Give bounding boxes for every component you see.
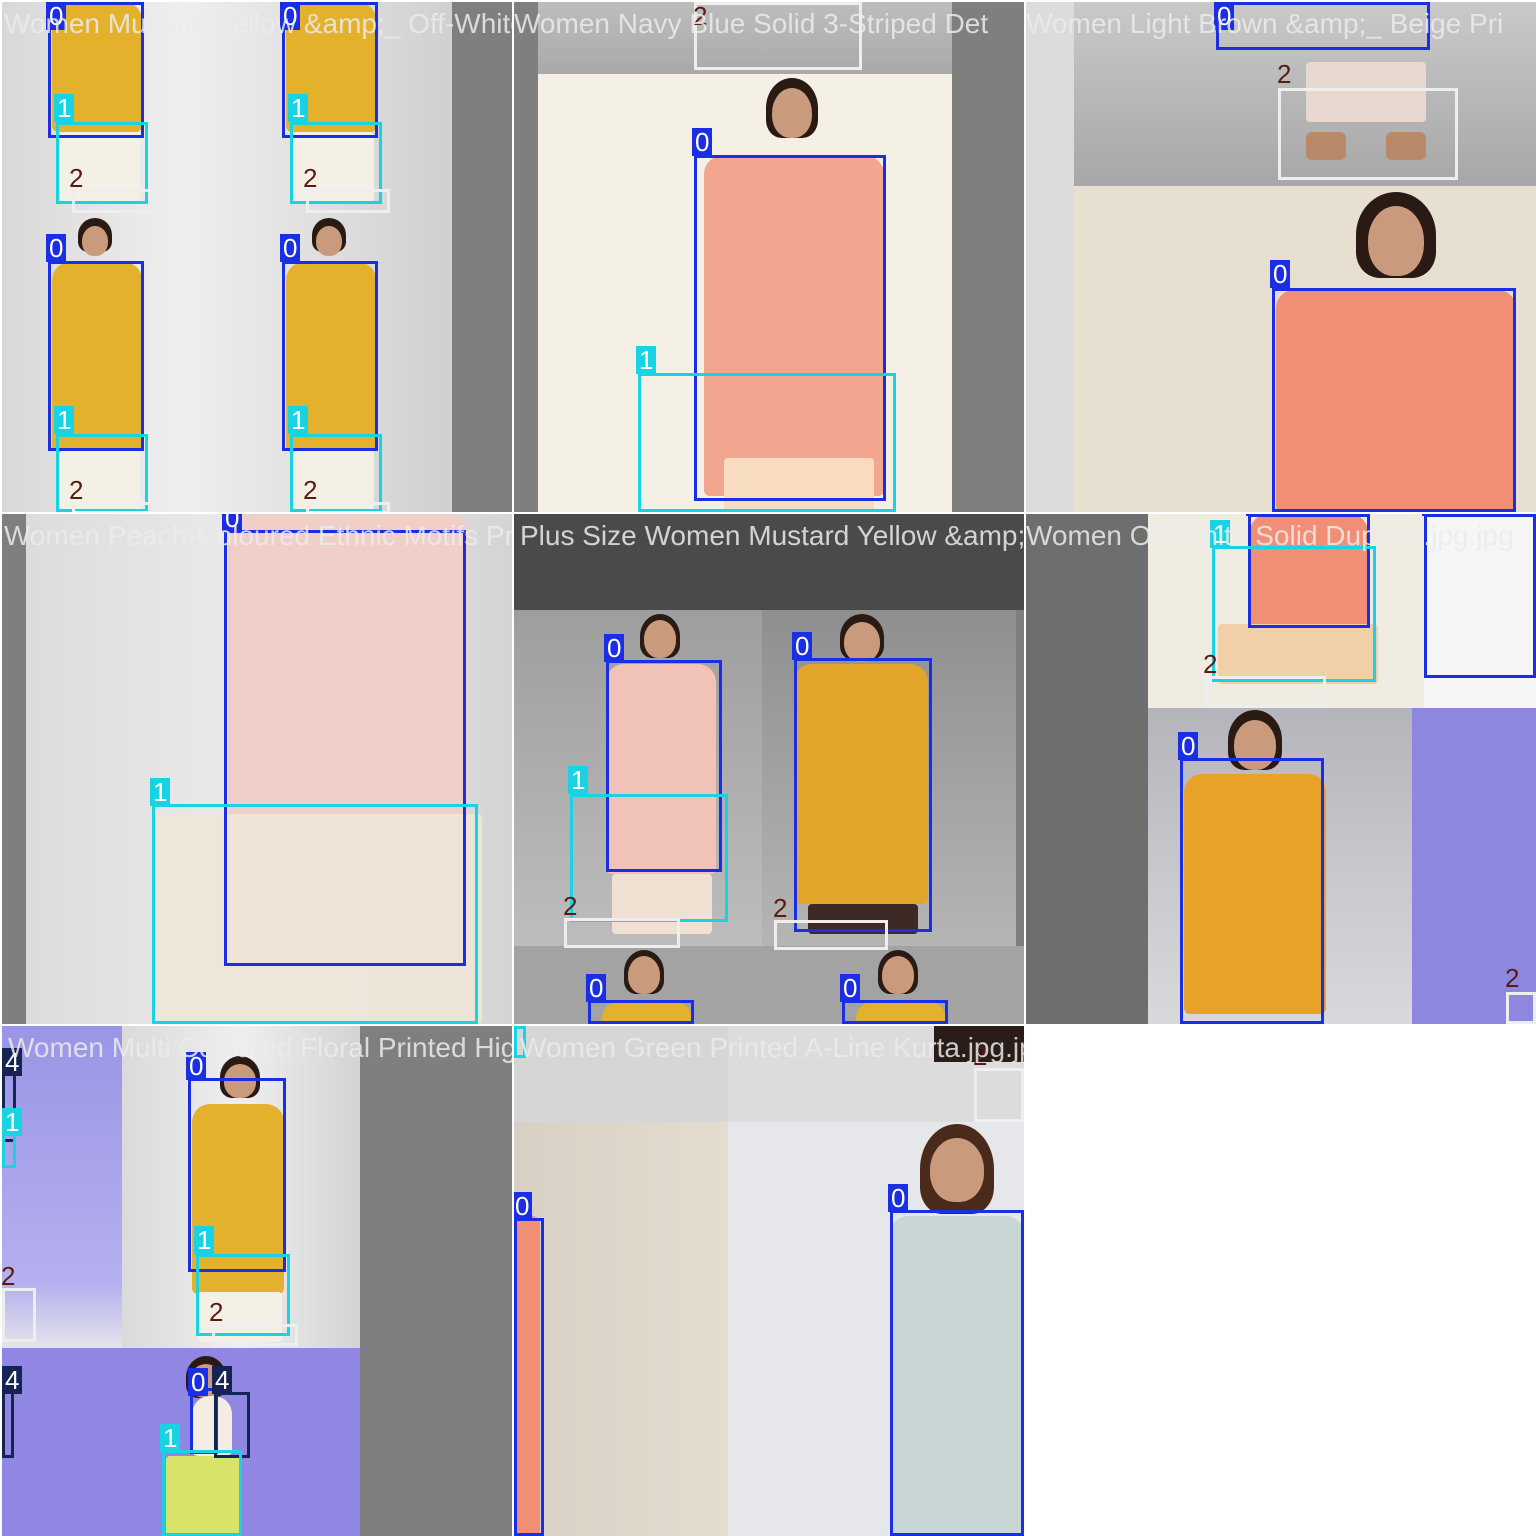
bbox-class-2[interactable] bbox=[2, 1288, 36, 1342]
bbox-class-2[interactable] bbox=[306, 189, 390, 213]
mosaic-grid: 0 1 2 0 1 2 0 1 2 0 1 2 Women Mustard Ye… bbox=[0, 0, 1536, 1536]
tile-3[interactable]: 0 2 0 Women Light Brown &amp;_ Beige Pri bbox=[1026, 2, 1536, 512]
bbox-class-2[interactable] bbox=[72, 189, 156, 213]
photo-8c bbox=[514, 1122, 728, 1536]
image-title: Plus Size Women Mustard Yellow &amp;_ Wh… bbox=[520, 520, 1024, 551]
bbox-label: 1 bbox=[636, 346, 657, 374]
bbox-class-0[interactable] bbox=[890, 1210, 1024, 1536]
bbox-label: 2 bbox=[303, 475, 318, 505]
bbox-class-0[interactable] bbox=[588, 1000, 694, 1024]
bbox-label: 1 bbox=[54, 94, 75, 122]
image-title: Women Mustard Yellow &amp;_ Off-White Et… bbox=[4, 8, 512, 39]
bbox-label: 0 bbox=[586, 974, 607, 1002]
bbox-class-0[interactable] bbox=[1180, 758, 1324, 1024]
bbox-label: 2 bbox=[69, 163, 84, 193]
tile-5[interactable]: 0 1 2 0 2 0 0 Plus Size Women Mustard Ye… bbox=[514, 514, 1024, 1024]
image-title: Women Off-White Solid Dupatta.jpg.jpg bbox=[1026, 520, 1514, 551]
padding-6 bbox=[1026, 514, 1148, 1024]
bbox-label: 2 bbox=[2, 1261, 16, 1291]
bbox-class-2[interactable] bbox=[564, 918, 680, 948]
bbox-label: 1 bbox=[288, 406, 309, 434]
padding-7 bbox=[360, 1026, 512, 1536]
bbox-label: 0 bbox=[888, 1184, 909, 1212]
bbox-label: 1 bbox=[2, 1108, 23, 1136]
bbox-label: 0 bbox=[46, 234, 67, 262]
bbox-label: 2 bbox=[69, 475, 84, 505]
padding-4 bbox=[2, 514, 26, 1024]
image-title: Women Multi Coloured Floral Printed High bbox=[8, 1032, 512, 1063]
bbox-class-2[interactable] bbox=[1506, 992, 1536, 1024]
image-title: Women Green Printed A-Line Kurta.jpg.jpg bbox=[520, 1032, 1024, 1063]
tile-7[interactable]: 4 1 2 0 1 2 4 0 4 1 Women Multi Coloured… bbox=[2, 1026, 512, 1536]
bbox-label: 0 bbox=[514, 1192, 533, 1220]
bbox-class-0[interactable] bbox=[842, 1000, 948, 1024]
bbox-class-1[interactable] bbox=[162, 1450, 242, 1536]
bbox-label: 2 bbox=[209, 1297, 224, 1327]
bbox-class-1[interactable] bbox=[638, 373, 896, 512]
bbox-label: 4 bbox=[2, 1366, 23, 1394]
bbox-class-0[interactable] bbox=[514, 1218, 544, 1536]
padding-2 bbox=[514, 74, 538, 512]
bbox-class-1[interactable] bbox=[1212, 546, 1376, 682]
tile-8[interactable]: 1 2 0 0 Women Green Printed A-Line Kurta… bbox=[514, 1026, 1024, 1536]
bbox-label: 2 bbox=[1277, 59, 1292, 89]
bbox-class-2[interactable] bbox=[974, 1068, 1024, 1122]
bbox-label: 0 bbox=[604, 634, 625, 662]
bbox-label: 1 bbox=[160, 1424, 181, 1452]
image-title: Women Peach-Coloured Ethnic Motifs Print bbox=[4, 520, 512, 551]
bbox-label: 0 bbox=[188, 1368, 209, 1396]
bbox-class-2[interactable] bbox=[212, 1324, 298, 1346]
bbox-label: 0 bbox=[1422, 514, 1443, 516]
bbox-label: 2 bbox=[1203, 649, 1218, 679]
bbox-class-2[interactable] bbox=[1278, 88, 1458, 180]
bbox-class-2[interactable] bbox=[1206, 676, 1326, 708]
bbox-label: 0 bbox=[1246, 514, 1267, 516]
bbox-class-2[interactable] bbox=[774, 920, 888, 950]
tile-6[interactable]: 0 0 1 2 0 2 Women Off-White Solid Dupatt… bbox=[1026, 514, 1536, 1024]
bbox-label: 1 bbox=[150, 778, 171, 806]
bbox-label: 0 bbox=[280, 234, 301, 262]
bbox-label: 0 bbox=[840, 974, 861, 1002]
image-title: Women Navy Blue Solid 3-Striped Det bbox=[514, 8, 989, 39]
padding-1 bbox=[452, 2, 512, 512]
bbox-label: 2 bbox=[563, 891, 578, 921]
tile-2[interactable]: 2 0 1 Women Navy Blue Solid 3-Striped De… bbox=[514, 2, 1024, 512]
bbox-class-4[interactable] bbox=[214, 1392, 250, 1458]
bbox-class-1[interactable] bbox=[152, 804, 478, 1024]
bbox-label: 1 bbox=[54, 406, 75, 434]
tile-1[interactable]: 0 1 2 0 1 2 0 1 2 0 1 2 Women Mustard Ye… bbox=[2, 2, 512, 512]
bbox-label: 2 bbox=[773, 893, 788, 923]
bbox-class-4[interactable] bbox=[2, 1390, 14, 1458]
bbox-label: 2 bbox=[303, 163, 318, 193]
bbox-label: 1 bbox=[568, 766, 589, 794]
bbox-label: 4 bbox=[212, 1366, 233, 1394]
bbox-class-0[interactable] bbox=[1272, 288, 1516, 512]
bbox-label: 0 bbox=[792, 632, 813, 660]
bbox-label: 2 bbox=[1505, 963, 1520, 993]
bbox-label: 0 bbox=[1178, 732, 1199, 760]
tile-4[interactable]: 0 1 Women Peach-Coloured Ethnic Motifs P… bbox=[2, 514, 512, 1024]
bbox-label: 0 bbox=[1270, 260, 1291, 288]
bbox-label: 1 bbox=[288, 94, 309, 122]
image-title: Women Light Brown &amp;_ Beige Pri bbox=[1026, 8, 1504, 39]
bbox-class-0[interactable] bbox=[794, 658, 932, 932]
bbox-class-1[interactable] bbox=[570, 794, 728, 922]
empty-tile bbox=[1026, 1026, 1536, 1536]
bbox-label: 0 bbox=[692, 128, 713, 156]
bbox-label: 1 bbox=[194, 1226, 215, 1254]
padding-3 bbox=[1026, 2, 1074, 512]
